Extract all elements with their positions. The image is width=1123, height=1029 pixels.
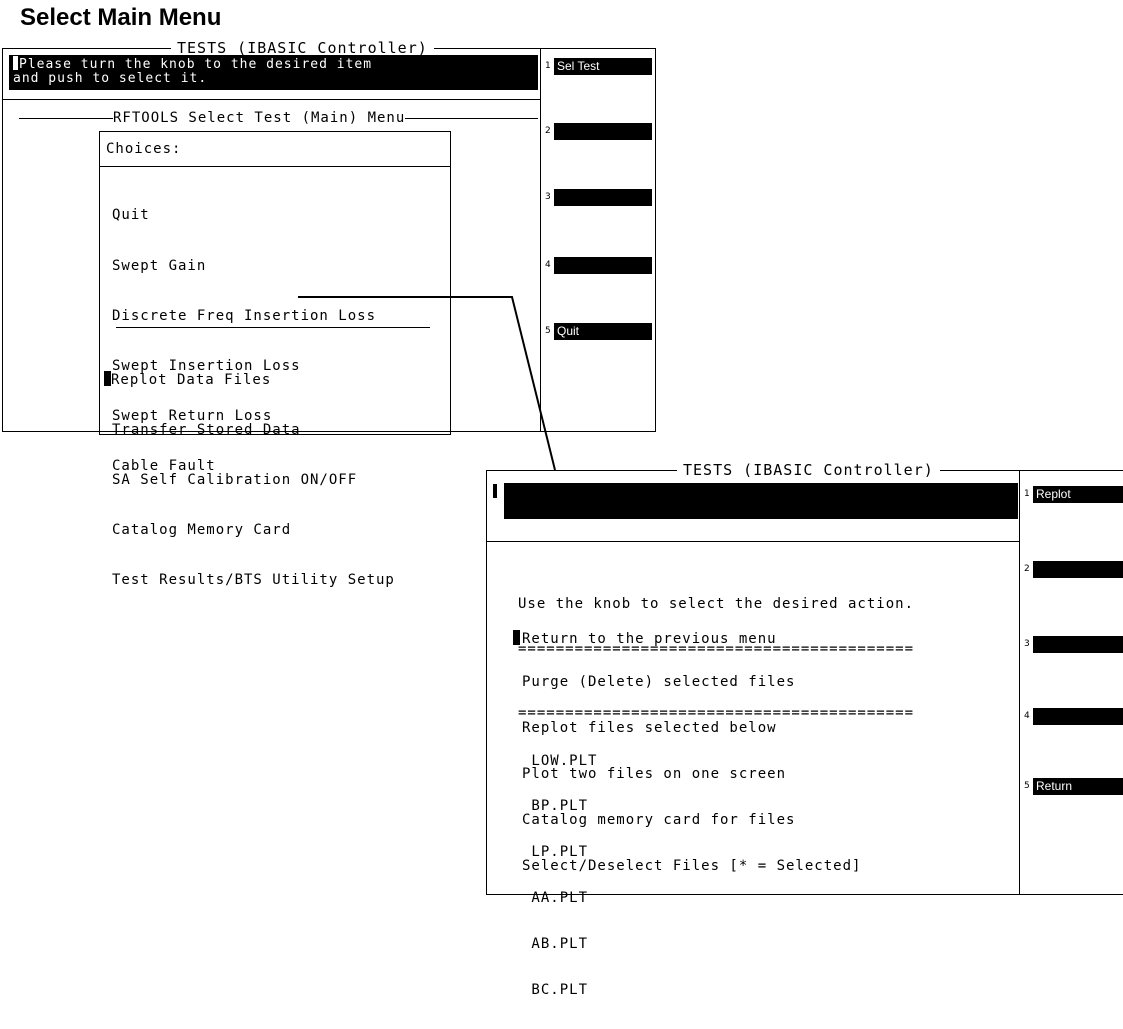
file-item[interactable]: BC.PLT [522, 982, 597, 998]
file-item[interactable]: AA.PLT [522, 890, 597, 906]
file-item[interactable]: AB.PLT [522, 936, 597, 952]
connector-line [298, 296, 556, 471]
